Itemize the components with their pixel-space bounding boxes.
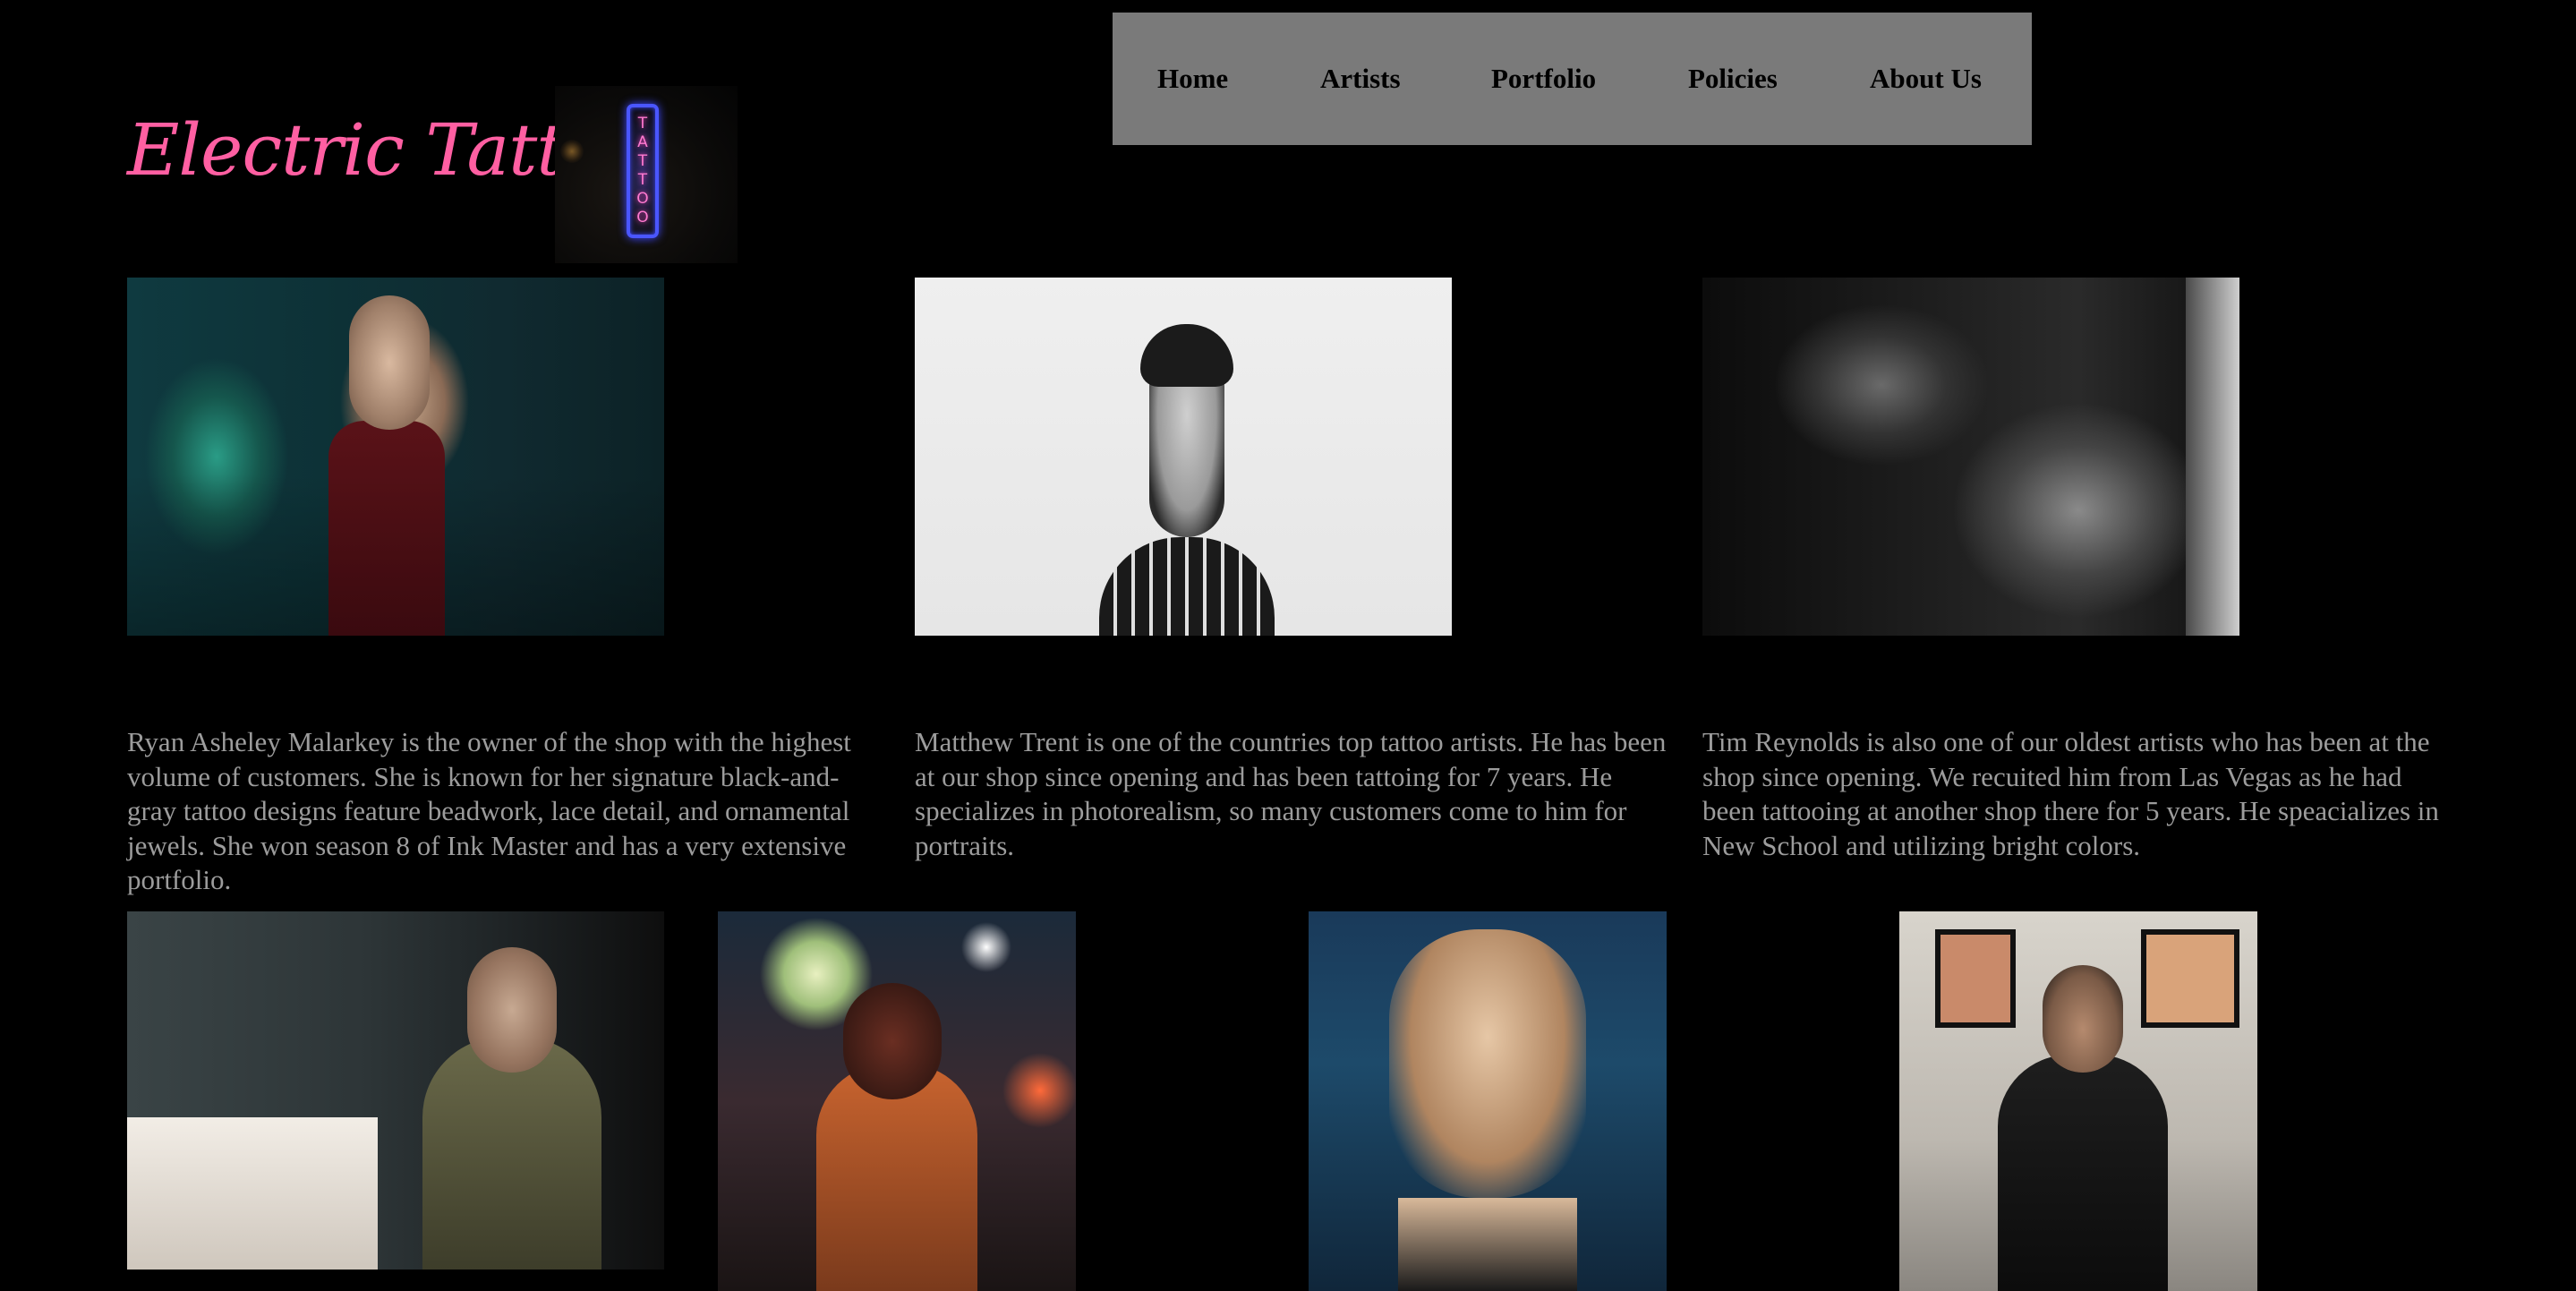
artist-bio-tim: Tim Reynolds is also one of our oldest a… [1702,726,2439,861]
main-nav: Home Artists Portfolio Policies About Us [1113,13,2032,145]
neon-letter: A [637,133,648,151]
gallery-photo-2[interactable] [718,911,1076,1291]
gallery-photo-3[interactable] [1309,911,1667,1291]
neon-letter: T [637,171,648,189]
nav-portfolio[interactable]: Portfolio [1491,63,1596,95]
page: Home Artists Portfolio Policies About Us… [0,0,2576,1291]
neon-letter: O [636,190,649,208]
nav-policies[interactable]: Policies [1688,63,1778,95]
neon-tattoo-sign-image: TATTOO [555,86,738,263]
artist-bio-matthew: Matthew Trent is one of the countries to… [915,726,1667,861]
artist-photo-tim[interactable] [1702,278,2239,636]
nav-artists[interactable]: Artists [1320,63,1401,95]
neon-letter: T [637,115,648,133]
nav-about-us[interactable]: About Us [1870,63,1982,95]
neon-letter: T [637,152,648,170]
lamp-glow [560,140,584,163]
neon-sign: TATTOO [627,104,659,238]
gallery-photo-4[interactable] [1899,911,2257,1291]
artist-bio-ryan: Ryan Asheley Malarkey is the owner of th… [127,726,851,895]
artist-photo-ryan[interactable] [127,278,664,636]
gallery-photo-1[interactable] [127,911,664,1270]
neon-letter: O [636,209,649,227]
artist-photo-matthew[interactable] [915,278,1452,636]
nav-home[interactable]: Home [1157,63,1228,95]
